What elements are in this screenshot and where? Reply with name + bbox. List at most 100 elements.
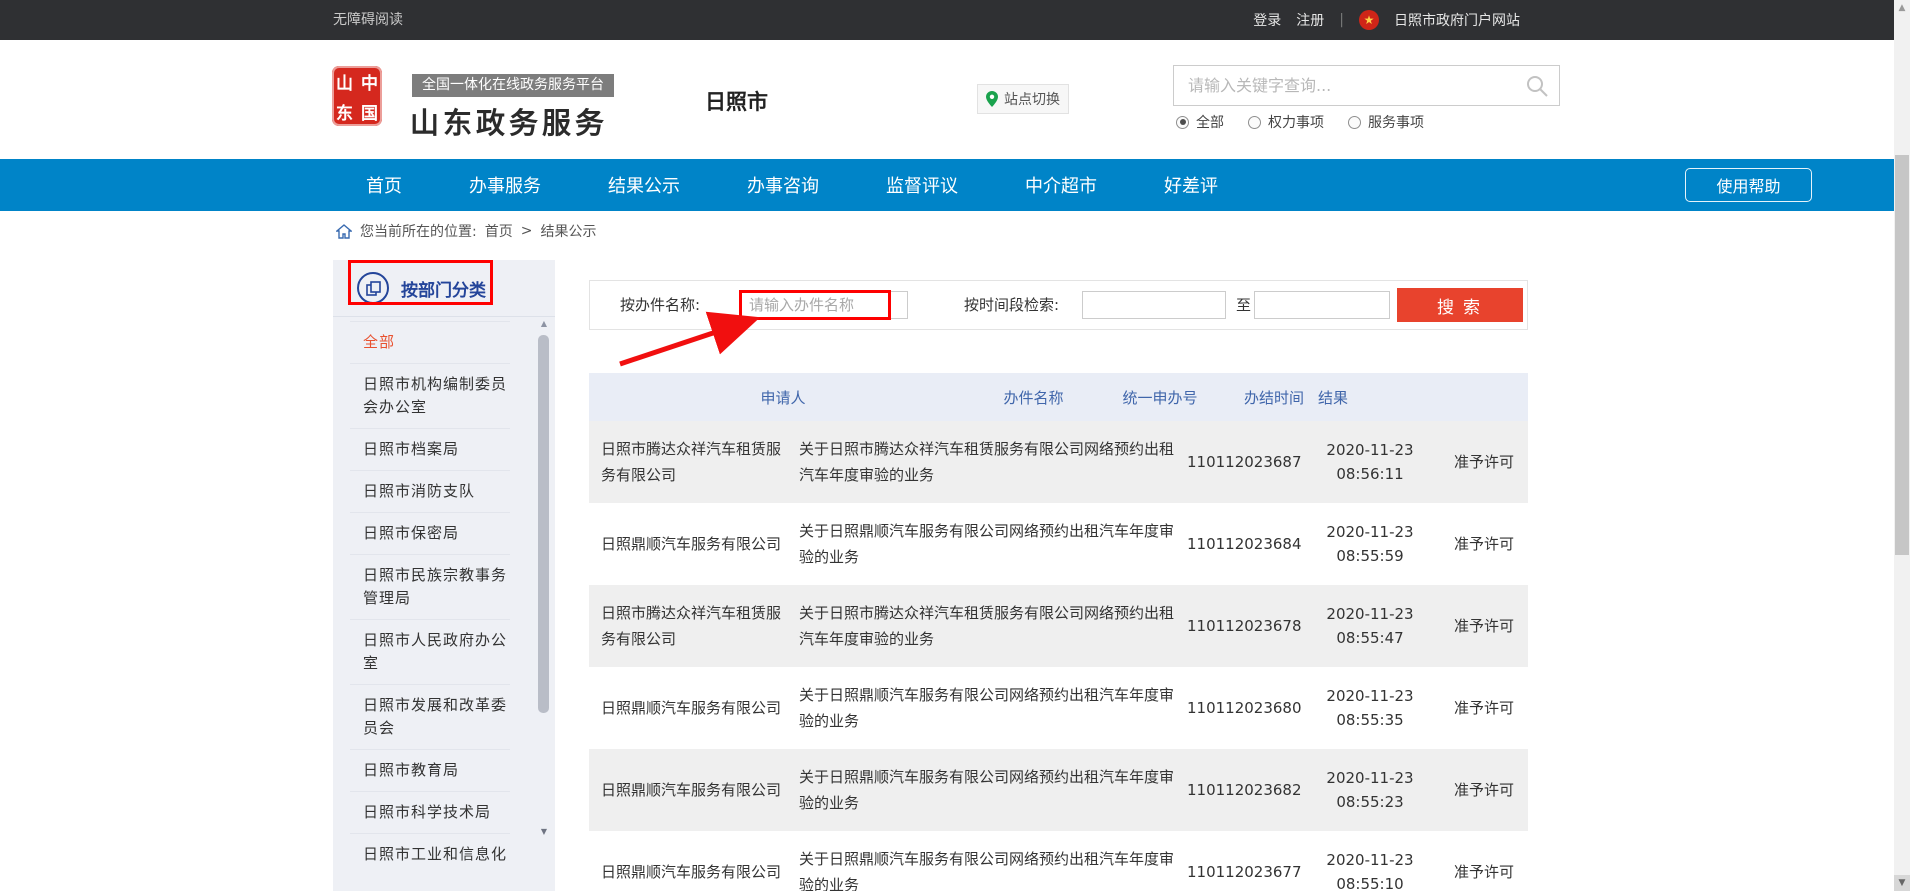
scope-radio-option[interactable]: 权力事项	[1248, 112, 1324, 132]
table-row[interactable]: 日照鼎顺汽车服务有限公司 关于日照鼎顺汽车服务有限公司网络预约出租汽车年度审验的…	[589, 503, 1528, 585]
breadcrumb-home[interactable]: 首页	[485, 221, 513, 241]
scope-radio-option[interactable]: 全部	[1176, 112, 1224, 132]
department-item[interactable]: 日照市工业和信息化	[350, 833, 510, 875]
name-filter-input[interactable]	[740, 291, 908, 319]
cell-applicant: 日照市腾达众祥汽车租赁服务有限公司	[589, 600, 799, 652]
nav-item[interactable]: 结果公示	[608, 172, 680, 198]
home-icon	[336, 224, 352, 239]
brand-title: 山东政务服务	[410, 100, 608, 142]
department-item[interactable]: 日照市发展和改革委员会	[350, 684, 510, 749]
nav-item[interactable]: 中介超市	[1025, 172, 1097, 198]
table-row[interactable]: 日照鼎顺汽车服务有限公司 关于日照鼎顺汽车服务有限公司网络预约出租汽车年度审验的…	[589, 831, 1528, 891]
radio-icon	[1348, 116, 1361, 129]
cell-applicant: 日照鼎顺汽车服务有限公司	[589, 531, 799, 557]
portal-site-link[interactable]: 日照市政府门户网站	[1394, 10, 1520, 30]
name-filter-label: 按办件名称:	[620, 281, 700, 329]
table-row[interactable]: 日照市腾达众祥汽车租赁服务有限公司 关于日照市腾达众祥汽车租赁服务有限公司网络预…	[589, 585, 1528, 667]
cell-item-name: 关于日照鼎顺汽车服务有限公司网络预约出租汽车年度审验的业务	[799, 846, 1187, 891]
department-item-label: 全部	[363, 333, 395, 351]
nav-item[interactable]: 办事咨询	[747, 172, 819, 198]
sidebar-scrollbar[interactable]: ▲ ▼	[536, 317, 552, 851]
breadcrumb: 您当前所在的位置: 首页 > 结果公示	[336, 220, 596, 242]
page-scroll-up-icon[interactable]: ▲	[1894, 0, 1910, 16]
location-pin-icon	[986, 91, 998, 107]
department-item[interactable]: 日照市机构编制委员会办公室	[350, 363, 510, 428]
department-item[interactable]: 日照市消防支队	[350, 470, 510, 512]
to-label: 至	[1236, 281, 1251, 329]
scope-radio-label: 服务事项	[1368, 112, 1424, 132]
nav-item[interactable]: 监督评议	[886, 172, 958, 198]
radio-icon	[1176, 116, 1189, 129]
nav-item[interactable]: 办事服务	[469, 172, 541, 198]
register-link[interactable]: 注册	[1296, 10, 1324, 30]
login-link[interactable]: 登录	[1253, 10, 1281, 30]
date-to-input[interactable]	[1254, 291, 1390, 319]
search-button[interactable]: 搜索	[1397, 288, 1523, 322]
table-row[interactable]: 日照鼎顺汽车服务有限公司 关于日照鼎顺汽车服务有限公司网络预约出租汽车年度审验的…	[589, 749, 1528, 831]
department-item-label: 日照市档案局	[363, 440, 459, 458]
time-filter-label: 按时间段检索:	[964, 281, 1059, 329]
department-item-label: 日照市消防支队	[363, 482, 475, 500]
shandong-seal-logo: 山中东国	[332, 66, 382, 126]
nav-item[interactable]: 首页	[366, 172, 402, 198]
national-emblem-icon: ★	[1359, 10, 1379, 30]
page-scrollbar-thumb[interactable]	[1895, 155, 1909, 555]
finish-clock: 08:56:11	[1300, 462, 1440, 486]
department-item-label: 日照市教育局	[363, 761, 459, 779]
department-item[interactable]: 日照市民族宗教事务管理局	[350, 554, 510, 619]
cell-result: 准予许可	[1440, 777, 1528, 803]
scope-radio-option[interactable]: 服务事项	[1348, 112, 1424, 132]
site-switch-button[interactable]: 站点切换	[977, 84, 1069, 114]
department-item[interactable]: 日照市科学技术局	[350, 791, 510, 833]
cell-applicant: 日照鼎顺汽车服务有限公司	[589, 777, 799, 803]
search-icon[interactable]	[1525, 74, 1549, 98]
breadcrumb-separator: >	[521, 223, 533, 239]
page: 无障碍阅读 登录 注册 | ★ 日照市政府门户网站 山中东国 全国一体化在线政务…	[0, 0, 1910, 891]
table-row[interactable]: 日照鼎顺汽车服务有限公司 关于日照鼎顺汽车服务有限公司网络预约出租汽车年度审验的…	[589, 667, 1528, 749]
cell-finish-time: 2020-11-23 08:56:11	[1300, 438, 1440, 486]
radio-icon	[1248, 116, 1261, 129]
department-item[interactable]: 日照市人民政府办公室	[350, 619, 510, 684]
department-item[interactable]: 全部	[350, 321, 510, 363]
cell-apply-no: 110112023677	[1187, 859, 1300, 885]
topbar-right-links: 登录 注册 | ★ 日照市政府门户网站	[1253, 0, 1520, 40]
cell-result: 准予许可	[1440, 449, 1528, 475]
sidebar-scrollbar-thumb[interactable]	[538, 335, 549, 713]
cell-result: 准予许可	[1440, 531, 1528, 557]
table-header-cell: 结果	[1318, 387, 1348, 408]
department-item-label: 日照市科学技术局	[363, 803, 491, 821]
table-header-row: 申请人办件名称统一申办号办结时间结果	[589, 373, 1528, 421]
department-item[interactable]: 日照市保密局	[350, 512, 510, 554]
finish-clock: 08:55:10	[1300, 872, 1440, 891]
finish-date: 2020-11-23	[1300, 848, 1440, 872]
cell-item-name: 关于日照鼎顺汽车服务有限公司网络预约出租汽车年度审验的业务	[799, 764, 1187, 816]
table-row[interactable]: 日照市腾达众祥汽车租赁服务有限公司 关于日照市腾达众祥汽车租赁服务有限公司网络预…	[589, 421, 1528, 503]
finish-clock: 08:55:23	[1300, 790, 1440, 814]
accessibility-link[interactable]: 无障碍阅读	[333, 0, 403, 40]
scroll-down-icon[interactable]: ▼	[536, 827, 552, 839]
page-scrollbar[interactable]: ▲ ▼	[1894, 0, 1910, 891]
page-scroll-down-icon[interactable]: ▼	[1894, 875, 1910, 891]
cell-finish-time: 2020-11-23 08:55:23	[1300, 766, 1440, 814]
department-item-label: 日照市发展和改革委员会	[363, 696, 507, 737]
seal-char: 国	[357, 96, 382, 126]
department-item-label: 日照市保密局	[363, 524, 459, 542]
finish-clock: 08:55:35	[1300, 708, 1440, 732]
nav-items: 首页 办事服务 结果公示 办事咨询 监督评议 中介超市 好差评	[366, 159, 1218, 211]
department-item[interactable]: 日照市教育局	[350, 749, 510, 791]
site-header: 山中东国 全国一体化在线政务服务平台 山东政务服务 日照市 站点切换 全部	[0, 40, 1910, 159]
finish-date: 2020-11-23	[1300, 766, 1440, 790]
cell-finish-time: 2020-11-23 08:55:35	[1300, 684, 1440, 732]
date-from-input[interactable]	[1082, 291, 1226, 319]
department-item[interactable]: 日照市档案局	[350, 428, 510, 470]
scroll-up-icon[interactable]: ▲	[536, 319, 552, 331]
cell-apply-no: 110112023687	[1187, 449, 1300, 475]
results-table: 申请人办件名称统一申办号办结时间结果 日照市腾达众祥汽车租赁服务有限公司 关于日…	[589, 373, 1528, 891]
nav-item[interactable]: 好差评	[1164, 172, 1218, 198]
cell-result: 准予许可	[1440, 859, 1528, 885]
main-nav: 首页 办事服务 结果公示 办事咨询 监督评议 中介超市 好差评 使用帮助	[0, 159, 1910, 211]
cell-finish-time: 2020-11-23 08:55:10	[1300, 848, 1440, 891]
breadcrumb-current: 结果公示	[540, 221, 596, 241]
keyword-search-input[interactable]	[1174, 66, 1559, 105]
help-button[interactable]: 使用帮助	[1685, 168, 1812, 202]
